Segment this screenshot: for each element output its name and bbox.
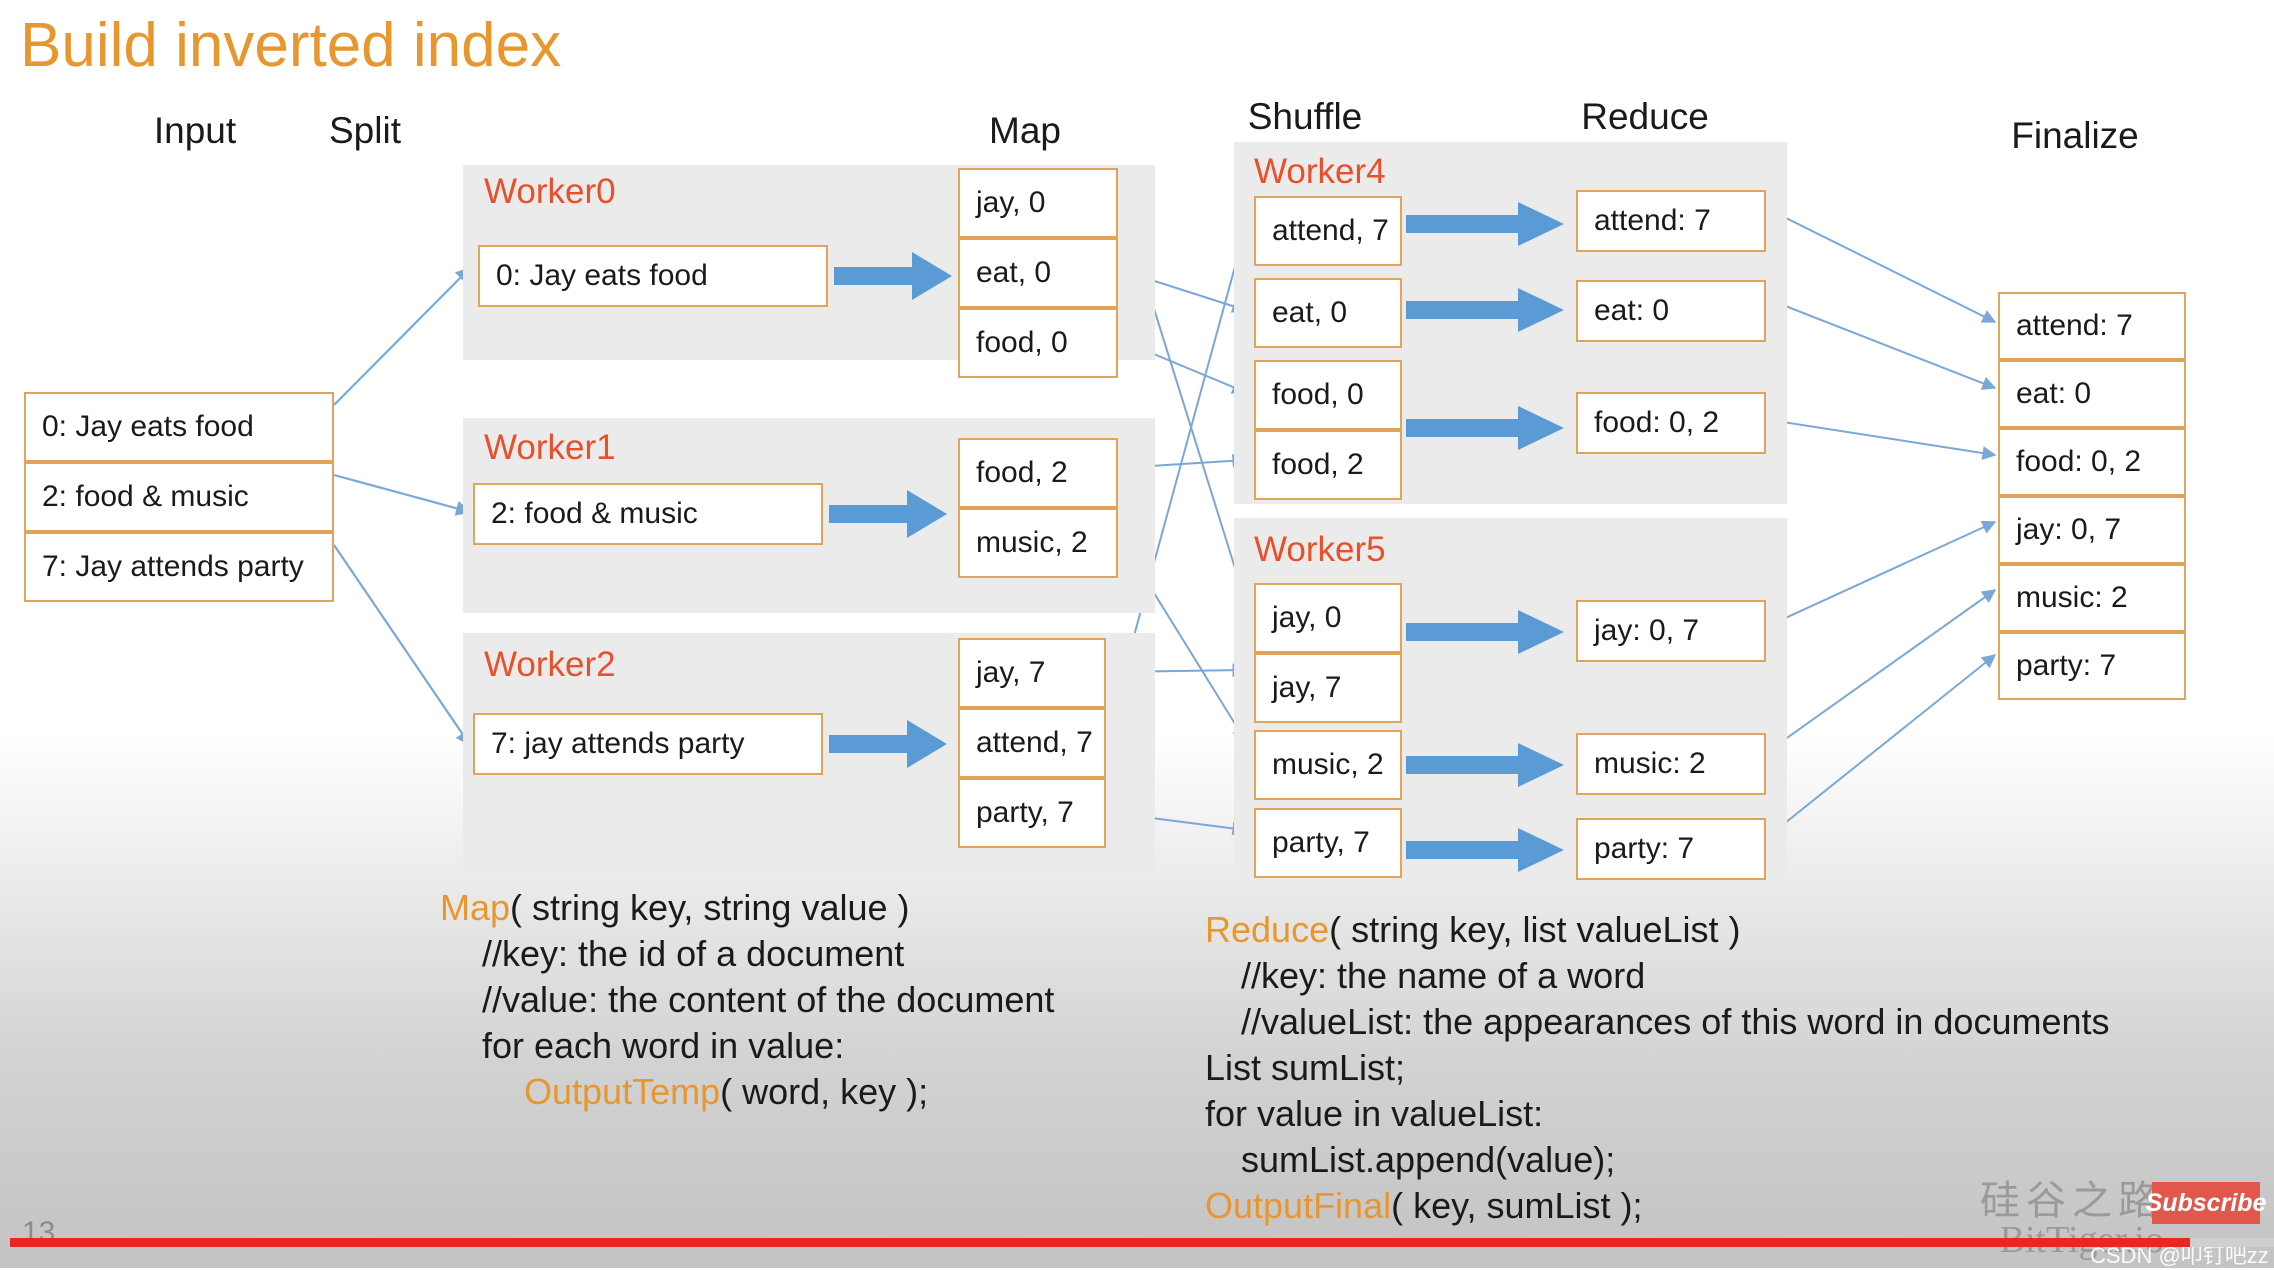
shuffle-item-4-3[interactable]: food, 2 [1254,430,1402,500]
column-header-reduce: Reduce [1581,96,1709,137]
finalize-item-1[interactable]: eat: 0 [1998,360,2186,428]
reduce-output-5-2[interactable]: party: 7 [1576,818,1766,880]
column-header-input: Input [153,110,237,151]
column-header-split: Split [329,110,401,151]
shuffle-item-5-2[interactable]: music, 2 [1254,730,1402,800]
input-doc-0[interactable]: 0: Jay eats food [24,392,334,462]
reduce-code-line-5: sumList.append(value); [1241,1139,1616,1180]
map-output-2-1[interactable]: attend, 7 [958,708,1106,778]
reduce-code-line-6: OutputFinal( key, sumList ); [1205,1183,2110,1229]
map-output-0-0[interactable]: jay, 0 [958,168,1118,238]
shuffle-item-4-2[interactable]: food, 0 [1254,360,1402,430]
finalize-item-4[interactable]: music: 2 [1998,564,2186,632]
map-arrow-0 [834,252,952,300]
map-worker-label-1: Worker1 [484,428,616,467]
reduce-output-4-2[interactable]: food: 0, 2 [1576,392,1766,454]
reduce-output-5-1[interactable]: music: 2 [1576,733,1766,795]
progress-bar[interactable] [10,1238,2190,1247]
map-output-2-2[interactable]: party, 7 [958,778,1106,848]
page-title: Build inverted index [20,11,562,80]
map-code-line-1: //key: the id of a document [482,933,905,974]
reduce-worker-label-5: Worker5 [1254,530,1386,569]
map-arrow-1 [829,490,947,538]
map-code-line-3: for each word in value: [482,1025,845,1066]
map-code-line-4-rest: ( word, key ); [720,1071,929,1112]
shuffle-item-5-0[interactable]: jay, 0 [1254,583,1402,653]
shuffle-item-5-3[interactable]: party, 7 [1254,808,1402,878]
map-output-1-0[interactable]: food, 2 [958,438,1118,508]
column-header-shuffle: Shuffle [1247,96,1363,137]
column-header-map: Map [989,110,1061,151]
reduce-code-output-keyword: OutputFinal [1205,1185,1392,1226]
reduce-code-line-1: //key: the name of a word [1241,955,1646,996]
reduce-code-keyword: Reduce [1205,909,1330,950]
map-output-2-0[interactable]: jay, 7 [958,638,1106,708]
input-doc-1[interactable]: 2: food & music [24,462,334,532]
reduce-code-line-0-rest: ( string key, list valueList ) [1329,909,1741,950]
reduce-code-line-6-rest: ( key, sumList ); [1391,1185,1643,1226]
map-output-0-1[interactable]: eat, 0 [958,238,1118,308]
reduce-arrow-5-1 [1406,743,1564,787]
reduce-code-line-3: List sumList; [1205,1047,1406,1088]
reduce-worker-label-4: Worker4 [1254,152,1386,191]
map-output-1-1[interactable]: music, 2 [958,508,1118,578]
shuffle-item-4-0[interactable]: attend, 7 [1254,196,1402,266]
reduce-output-4-0[interactable]: attend: 7 [1576,190,1766,252]
map-code-output-keyword: OutputTemp [524,1071,721,1112]
map-code-line-0-rest: ( string key, string value ) [510,887,910,928]
reduce-arrow-4-0 [1406,202,1564,246]
finalize-item-5[interactable]: party: 7 [1998,632,2186,700]
reduce-arrow-5-0 [1406,610,1564,654]
map-worker-input-2[interactable]: 7: jay attends party [473,713,823,775]
shuffle-item-5-1[interactable]: jay, 7 [1254,653,1402,723]
input-doc-2[interactable]: 7: Jay attends party [24,532,334,602]
map-worker-label-2: Worker2 [484,645,616,684]
reduce-arrow-4-1 [1406,288,1564,332]
map-worker-label-0: Worker0 [484,172,616,211]
map-output-0-2[interactable]: food, 0 [958,308,1118,378]
reduce-output-4-1[interactable]: eat: 0 [1576,280,1766,342]
finalize-item-0[interactable]: attend: 7 [1998,292,2186,360]
finalize-item-3[interactable]: jay: 0, 7 [1998,496,2186,564]
reduce-code-line-4: for value in valueList: [1205,1093,1544,1134]
map-arrow-2 [829,720,947,768]
map-worker-input-1[interactable]: 2: food & music [473,483,823,545]
map-code-line-4: OutputTemp( word, key ); [440,1069,1054,1115]
column-header-finalize: Finalize [2011,115,2139,156]
map-worker-input-0[interactable]: 0: Jay eats food [478,245,828,307]
map-code-keyword: Map [440,887,511,928]
map-pseudocode: Map( string key, string value ) //key: t… [440,885,1054,1115]
reduce-code-line-0: Reduce( string key, list valueList ) [1205,907,2110,953]
reduce-code-line-2: //valueList: the appearances of this wor… [1241,1001,2110,1042]
reduce-arrow-5-2 [1406,828,1564,872]
map-code-line-2: //value: the content of the document [482,979,1055,1020]
reduce-output-5-0[interactable]: jay: 0, 7 [1576,600,1766,662]
reduce-pseudocode: Reduce( string key, list valueList ) //k… [1205,907,2110,1229]
map-code-line-0: Map( string key, string value ) [440,885,1054,931]
subscribe-button[interactable]: Subscribe [2146,1182,2266,1224]
finalize-item-2[interactable]: food: 0, 2 [1998,428,2186,496]
shuffle-item-4-1[interactable]: eat, 0 [1254,278,1402,348]
reduce-arrow-4-2 [1406,406,1564,450]
